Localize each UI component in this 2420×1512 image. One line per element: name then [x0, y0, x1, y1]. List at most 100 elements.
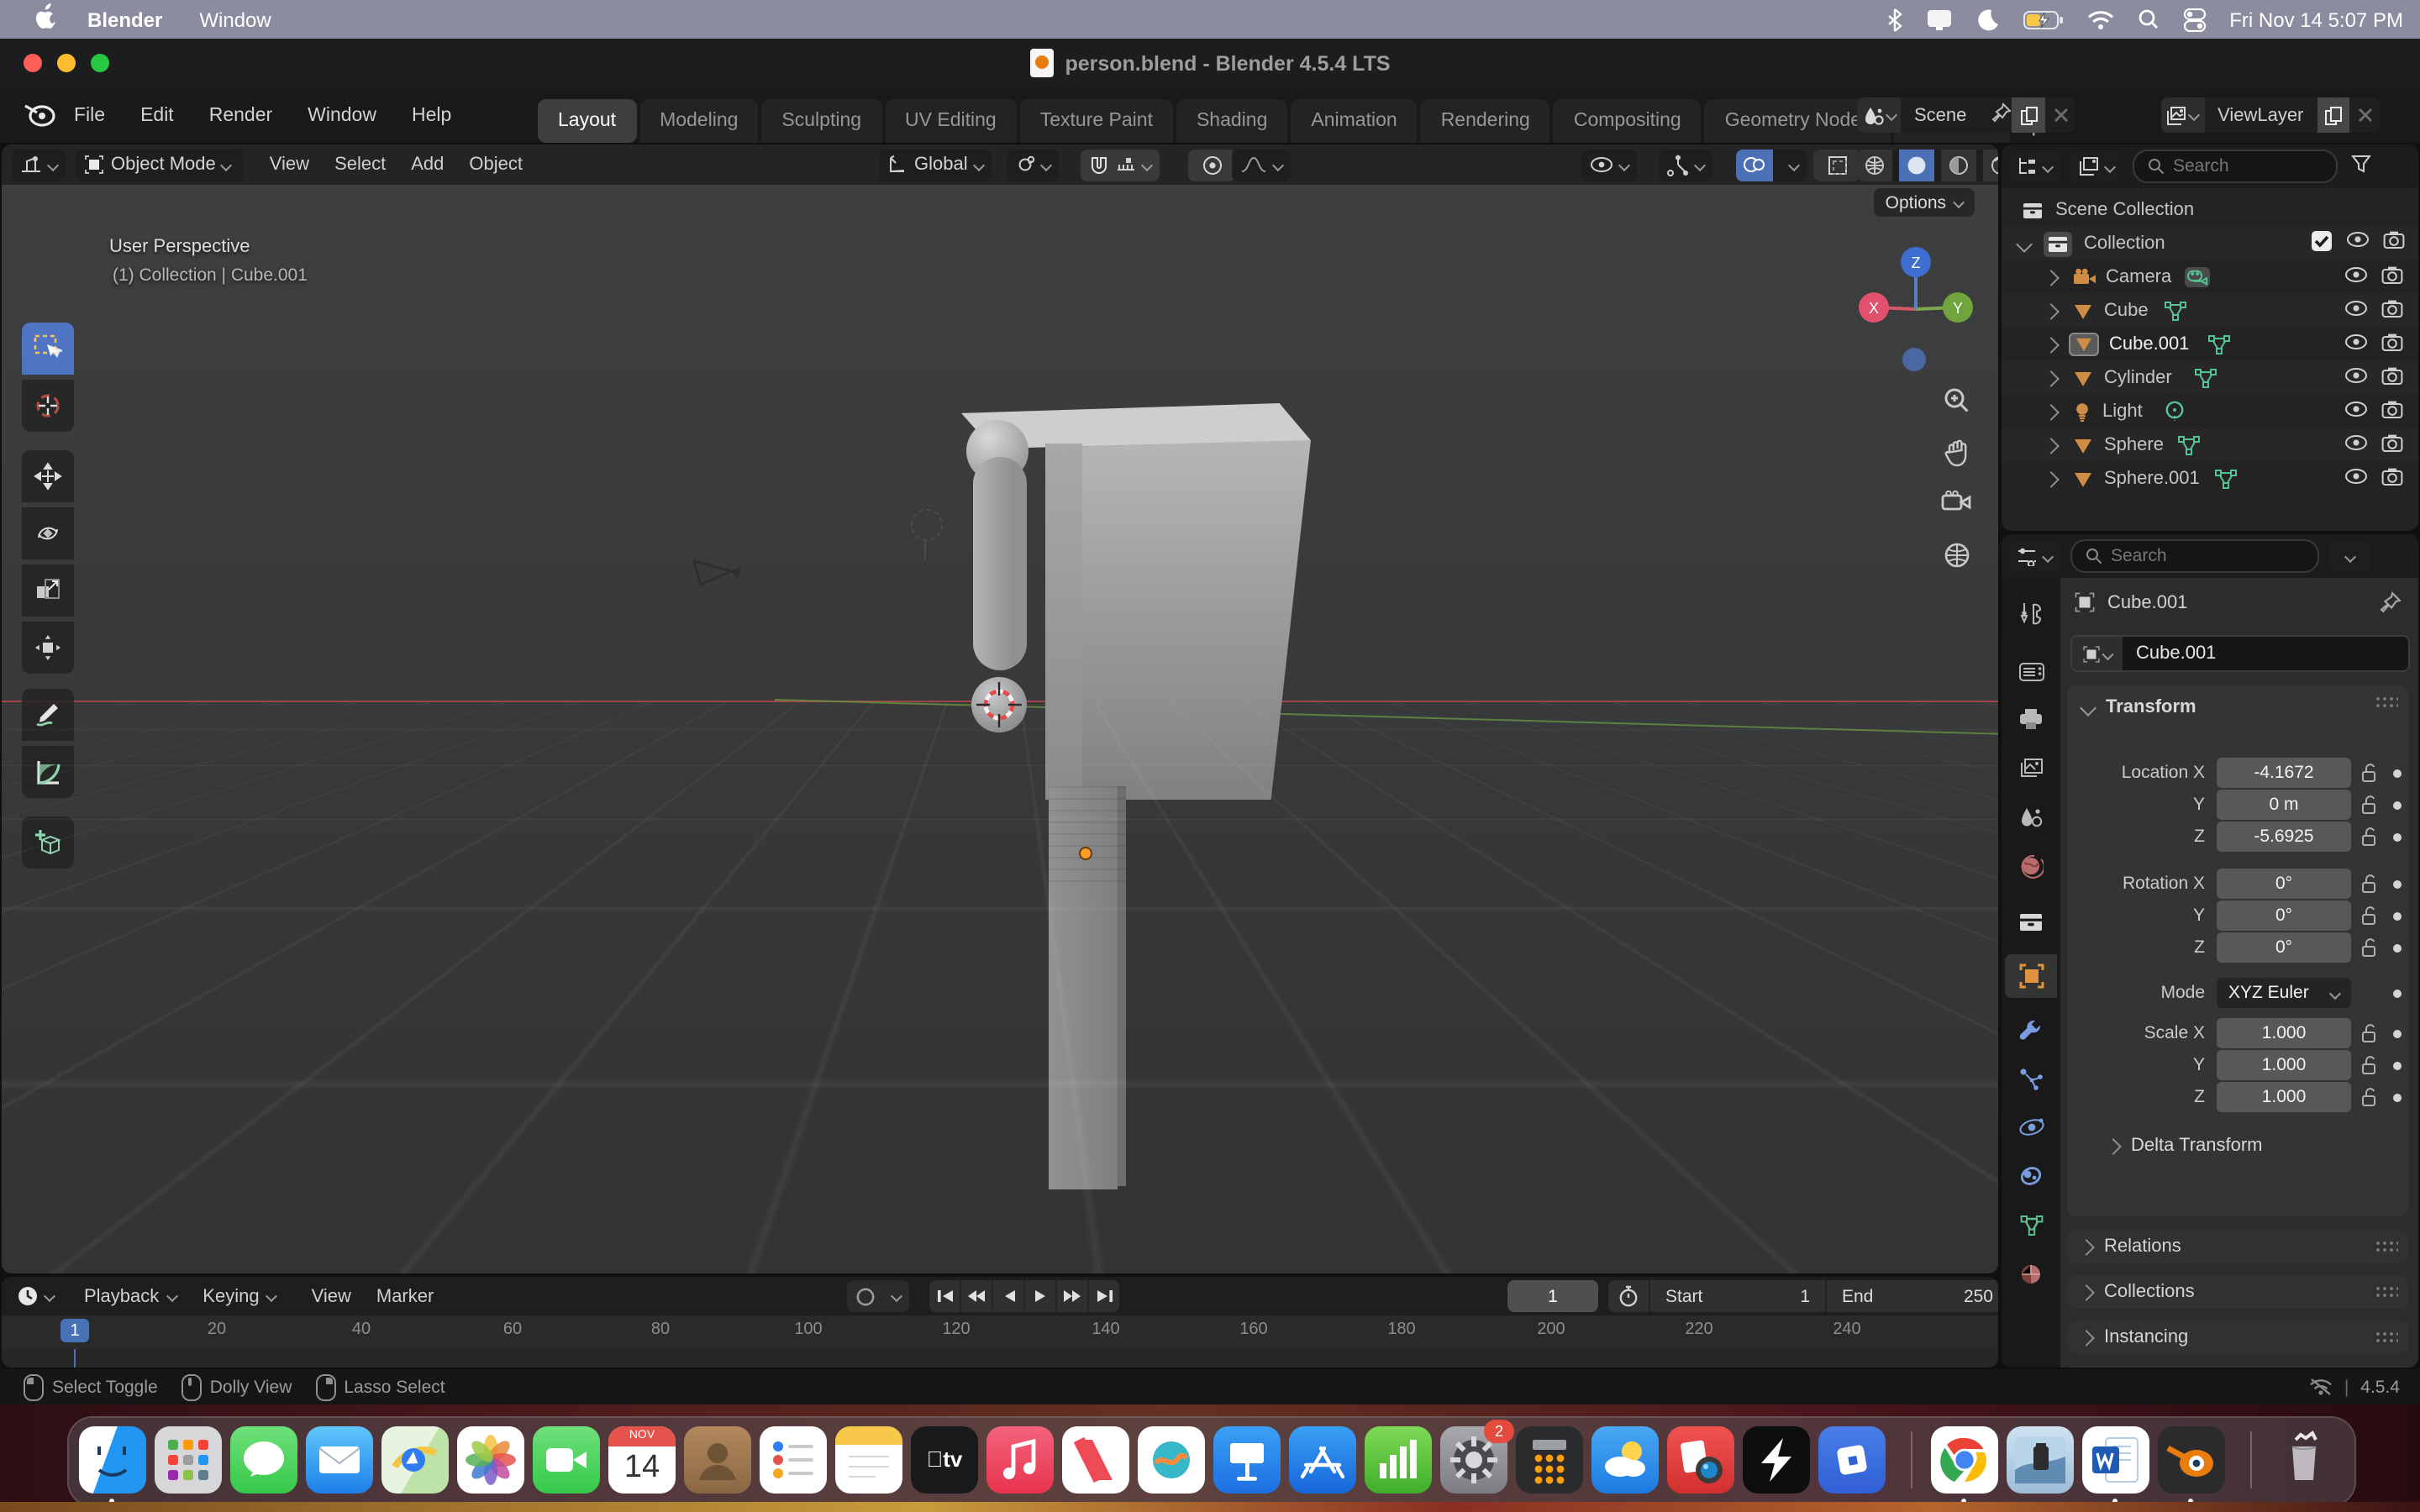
dock-app-facetime[interactable]: [533, 1426, 600, 1494]
xray-toggle-button[interactable]: [1813, 149, 1860, 181]
new-scene-button[interactable]: [2012, 97, 2045, 133]
object-name-field[interactable]: Cube.001: [2070, 635, 2410, 672]
dock-app-blender[interactable]: [2158, 1426, 2225, 1494]
zoom-view-icon[interactable]: [1943, 386, 1971, 423]
collection-expand-icon[interactable]: [2016, 235, 2033, 252]
scene-collection-row[interactable]: Scene Collection: [2002, 193, 2418, 227]
playhead-badge[interactable]: 1: [60, 1319, 89, 1342]
dock-app-messages[interactable]: [230, 1426, 297, 1494]
animate-dot[interactable]: [2393, 880, 2402, 889]
play-reverse-button[interactable]: [993, 1280, 1025, 1312]
tab-constraints[interactable]: [2005, 1154, 2057, 1198]
animate-dot[interactable]: [2393, 912, 2402, 921]
tab-material[interactable]: [2005, 1252, 2057, 1295]
dock-app-roblox[interactable]: [1818, 1426, 1886, 1494]
dock-app-shapr3d[interactable]: [1743, 1426, 1810, 1494]
tool-select-box[interactable]: [22, 323, 74, 375]
location-y-field[interactable]: 0 m: [2217, 790, 2351, 820]
overlays-dropdown[interactable]: [1780, 160, 1807, 169]
bluetooth-icon[interactable]: [1886, 8, 1902, 31]
timeline-menu-playback[interactable]: Playback: [72, 1280, 187, 1312]
lock-icon[interactable]: [2360, 1018, 2380, 1048]
transform-panel-header[interactable]: Transform: [2067, 685, 2408, 717]
sphere001-render-icon[interactable]: [2381, 467, 2403, 491]
scale-z-field[interactable]: 1.000: [2217, 1082, 2351, 1112]
pin-scene-icon[interactable]: [1991, 102, 2012, 128]
timeline-menu-keying[interactable]: Keying: [191, 1280, 287, 1312]
dock-app-calculator[interactable]: [1516, 1426, 1583, 1494]
section-instancing[interactable]: Instancing: [2067, 1320, 2408, 1354]
current-frame-field[interactable]: 1: [1507, 1280, 1598, 1312]
lock-icon[interactable]: [2360, 900, 2380, 931]
menu-file[interactable]: File: [74, 105, 105, 125]
animate-dot[interactable]: [2393, 769, 2402, 778]
tab-texture-paint[interactable]: Texture Paint: [1020, 99, 1173, 143]
menu-render[interactable]: Render: [209, 105, 272, 125]
next-keyframe-button[interactable]: [1057, 1280, 1089, 1312]
outliner-filter-icon[interactable]: [2351, 151, 2371, 181]
start-frame-field[interactable]: Start1: [1650, 1286, 1825, 1306]
timeline-menu-view[interactable]: View: [312, 1286, 351, 1306]
lock-icon[interactable]: [2360, 758, 2380, 788]
properties-editor-type-button[interactable]: [2008, 540, 2060, 572]
outliner-row-camera[interactable]: Camera: [2002, 260, 2418, 294]
ortho-toggle-icon[interactable]: [1943, 541, 1971, 578]
focus-moon-icon[interactable]: [1975, 8, 1999, 31]
cylinder-hide-eye-icon[interactable]: [2344, 366, 2368, 390]
viewport-menu-select[interactable]: Select: [334, 155, 386, 175]
menu-window[interactable]: Window: [308, 105, 376, 125]
spotlight-search-icon[interactable]: [2137, 8, 2159, 30]
tab-object[interactable]: [2005, 954, 2057, 998]
outliner-row-light[interactable]: Light: [2002, 395, 2418, 428]
cube001-hide-eye-icon[interactable]: [2344, 333, 2368, 356]
mesh-data-icon[interactable]: [2207, 333, 2232, 355]
tab-rendering[interactable]: Rendering: [1421, 99, 1550, 143]
section-motion-paths[interactable]: Motion Paths: [2067, 1366, 2408, 1368]
model-body-left-edge[interactable]: [1045, 444, 1082, 800]
tab-animation[interactable]: Animation: [1291, 99, 1417, 143]
tab-scene[interactable]: [2005, 795, 2057, 838]
scene-icon[interactable]: [1857, 97, 1901, 133]
tool-add-cube[interactable]: [22, 816, 74, 869]
collection-row[interactable]: Collection: [2002, 227, 2418, 260]
menu-help[interactable]: Help: [412, 105, 451, 125]
new-view-layer-button[interactable]: [2317, 97, 2349, 133]
dock-app-contacts[interactable]: [684, 1426, 751, 1494]
outliner-row-sphere[interactable]: Sphere: [2002, 428, 2418, 462]
editor-type-button[interactable]: [12, 149, 66, 181]
proportional-falloff-dropdown[interactable]: [1232, 149, 1291, 181]
lock-icon[interactable]: [2360, 1050, 2380, 1080]
tab-compositing[interactable]: Compositing: [1554, 99, 1702, 143]
properties-search-input[interactable]: Search: [2070, 539, 2319, 573]
lock-icon[interactable]: [2360, 932, 2380, 963]
tab-particles[interactable]: [2005, 1057, 2057, 1100]
outliner-row-sphere-001[interactable]: Sphere.001: [2002, 462, 2418, 496]
dock-app-finder[interactable]: [79, 1426, 146, 1494]
tab-collection-props[interactable]: [2005, 900, 2057, 944]
menubar-app-name[interactable]: Blender: [87, 8, 162, 31]
display-icon[interactable]: [1925, 8, 1952, 31]
tab-render[interactable]: [2005, 648, 2057, 692]
tab-modeling[interactable]: Modeling: [639, 99, 758, 143]
animate-dot[interactable]: [2393, 833, 2402, 842]
jump-to-end-button[interactable]: [1089, 1280, 1119, 1312]
tab-world[interactable]: [2005, 843, 2057, 887]
view-layer-icon[interactable]: [2161, 97, 2204, 133]
section-relations[interactable]: Relations: [2067, 1230, 2408, 1263]
sphere-hide-eye-icon[interactable]: [2344, 433, 2368, 457]
model-arm-cylinder[interactable]: [973, 457, 1027, 670]
animate-dot[interactable]: [2393, 801, 2402, 810]
scale-x-field[interactable]: 1.000: [2217, 1018, 2351, 1048]
outliner-row-cube[interactable]: Cube: [2002, 294, 2418, 328]
dock-app-photos[interactable]: [457, 1426, 524, 1494]
dock-app-news[interactable]: [1062, 1426, 1129, 1494]
dock-app-stocks[interactable]: [1365, 1426, 1432, 1494]
previous-keyframe-button[interactable]: [961, 1280, 993, 1312]
tab-uv-editing[interactable]: UV Editing: [885, 99, 1017, 143]
animate-dot[interactable]: [2393, 1094, 2402, 1102]
collection-render-camera-icon[interactable]: [2383, 230, 2405, 257]
tool-measure[interactable]: [22, 746, 74, 798]
tab-view-layer[interactable]: [2005, 746, 2057, 790]
rotation-y-field[interactable]: 0°: [2217, 900, 2351, 931]
camera-hide-eye-icon[interactable]: [2344, 265, 2368, 289]
